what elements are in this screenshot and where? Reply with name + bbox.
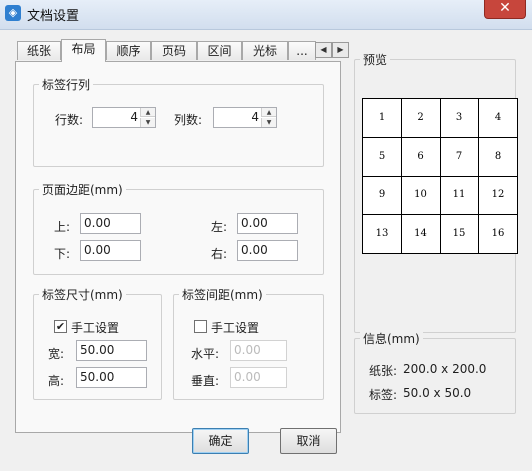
preview-grid: 1 2 3 4 5 6 7 8 9 10 11 12 13 14 15 16 [362, 98, 518, 254]
tab-scroller: ◀ ▶ [315, 42, 349, 58]
rows-up-icon[interactable]: ▲ [140, 108, 155, 117]
preview-cell: 16 [491, 227, 505, 239]
preview-cell: 11 [440, 176, 479, 215]
preview-cell: 14 [402, 214, 441, 254]
label-rows-cols-group: 标签行列 行数: 4 ▲ ▼ 列数: 4 ▲ ▼ [33, 76, 324, 167]
rows-label: 行数: [55, 113, 84, 127]
cols-stepper[interactable]: 4 ▲ ▼ [213, 107, 277, 128]
cols-up-icon[interactable]: ▲ [261, 108, 276, 117]
preview-cell: 6 [401, 137, 441, 177]
preview-title: 预览 [360, 51, 391, 68]
label-rows-cols-title: 标签行列 [39, 76, 94, 93]
rows-value: 4 [130, 110, 138, 124]
margin-left-label: 左: [211, 220, 228, 234]
ok-button[interactable]: 确定 [192, 428, 249, 454]
preview-cell: 8 [478, 138, 518, 177]
cancel-button[interactable]: 取消 [280, 428, 337, 454]
page-margin-title: 页面边距(mm) [39, 181, 126, 198]
label-spacing-title: 标签间距(mm) [179, 286, 266, 303]
label-width-field[interactable]: 50.00 [76, 340, 147, 361]
label-width-label: 宽: [48, 347, 65, 361]
label-size-manual-checkbox[interactable]: ✔ [54, 320, 67, 333]
label-height-label: 高: [48, 374, 65, 388]
tab-scroll-left-icon[interactable]: ◀ [315, 42, 332, 58]
tab-order[interactable]: 顺序 [106, 41, 151, 60]
paper-size-value: 200.0 x 200.0 [403, 362, 487, 376]
label-spacing-manual-checkbox[interactable] [194, 320, 207, 333]
margin-right-label: 右: [211, 247, 228, 261]
tab-scroll-right-icon[interactable]: ▶ [332, 42, 349, 58]
spacing-vertical-field[interactable]: 0.00 [230, 367, 287, 388]
window-title: 文档设置 [27, 9, 80, 24]
preview-cell: 5 [363, 137, 402, 177]
rows-down-icon[interactable]: ▼ [140, 118, 155, 127]
tab-page-number[interactable]: 页码 [151, 41, 197, 60]
spacing-vertical-label: 垂直: [191, 374, 220, 388]
rows-stepper[interactable]: 4 ▲ ▼ [92, 107, 156, 128]
page-margin-group: 页面边距(mm) 上: 0.00 左: 0.00 下: 0.00 右: 0.00 [33, 181, 324, 275]
tab-range[interactable]: 区间 [197, 41, 242, 60]
cols-label: 列数: [174, 113, 203, 127]
preview-cell: 15 [440, 214, 479, 254]
tab-layout[interactable]: 布局 [61, 39, 106, 62]
label-size-info-value: 50.0 x 50.0 [403, 386, 472, 400]
spacing-horizontal-field[interactable]: 0.00 [230, 340, 287, 361]
preview-cell: 7 [440, 137, 479, 177]
label-height-field[interactable]: 50.00 [76, 367, 147, 388]
preview-cell: 1 [363, 99, 402, 138]
margin-bottom-label: 下: [54, 247, 71, 261]
layout-panel: 标签行列 行数: 4 ▲ ▼ 列数: 4 ▲ ▼ 页面边距(mm) 上: 0.0… [15, 61, 341, 433]
preview-cell: 12 [478, 176, 518, 215]
preview-cell: 2 [401, 99, 441, 138]
label-spacing-group: 标签间距(mm) 手工设置 水平: 0.00 垂直: 0.00 [173, 286, 324, 400]
cols-value: 4 [251, 110, 259, 124]
close-button[interactable]: ✕ [484, 0, 526, 19]
label-size-title: 标签尺寸(mm) [39, 286, 126, 303]
label-size-manual-label: 手工设置 [71, 321, 120, 335]
preview-cell: 10 [401, 176, 441, 215]
tab-more[interactable]: ... [288, 41, 316, 60]
margin-bottom-field[interactable]: 0.00 [80, 240, 141, 261]
preview-cell: 3 [440, 99, 479, 138]
margin-right-field[interactable]: 0.00 [237, 240, 298, 261]
margin-left-field[interactable]: 0.00 [237, 213, 298, 234]
tab-cursor[interactable]: 光标 [242, 41, 288, 60]
margin-top-label: 上: [54, 220, 71, 234]
title-bar: ◈ 文档设置 ✕ [0, 0, 532, 30]
cols-down-icon[interactable]: ▼ [261, 118, 276, 127]
label-size-group: 标签尺寸(mm) ✔ 手工设置 宽: 50.00 高: 50.00 [33, 286, 162, 400]
label-spacing-manual-label: 手工设置 [211, 321, 260, 335]
info-title: 信息(mm) [360, 330, 423, 347]
spacing-horizontal-label: 水平: [191, 347, 220, 361]
tab-paper[interactable]: 纸张 [17, 41, 61, 60]
info-group: 信息(mm) 纸张: 200.0 x 200.0 标签: 50.0 x 50.0 [354, 330, 516, 414]
label-size-info-label: 标签: [369, 388, 398, 402]
margin-top-field[interactable]: 0.00 [80, 213, 141, 234]
paper-size-label: 纸张: [369, 364, 398, 378]
preview-cell: 13 [363, 214, 402, 254]
app-icon: ◈ [5, 5, 21, 21]
preview-cell: 4 [478, 99, 518, 138]
preview-cell: 9 [363, 176, 402, 215]
